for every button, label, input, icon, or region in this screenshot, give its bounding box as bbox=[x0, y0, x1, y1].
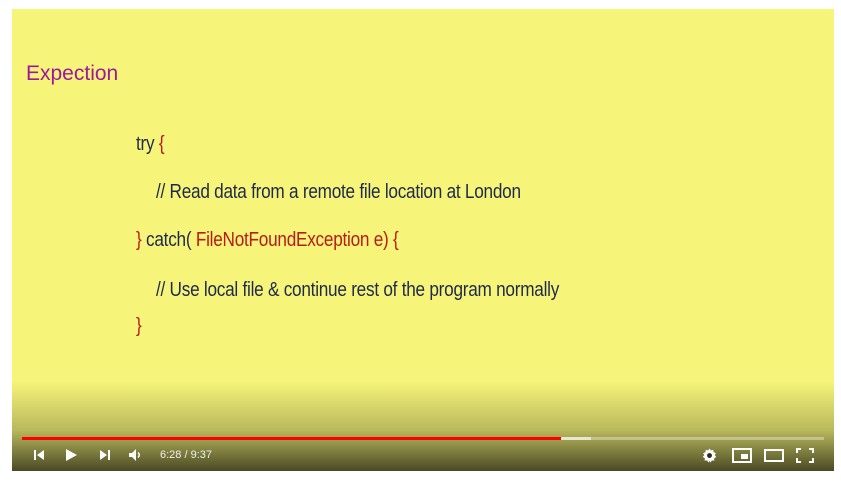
time-display: 6:28 / 9:37 bbox=[160, 449, 212, 461]
exception-type: FileNotFoundException bbox=[191, 229, 370, 251]
video-player[interactable]: Expection try { // Read data from a remo… bbox=[12, 9, 834, 471]
theater-mode-icon[interactable] bbox=[764, 448, 784, 468]
previous-icon[interactable] bbox=[32, 448, 46, 467]
progress-bar[interactable] bbox=[22, 437, 824, 440]
miniplayer-icon[interactable] bbox=[732, 448, 752, 468]
fullscreen-icon[interactable] bbox=[796, 448, 814, 468]
code-line-catch: } catch( FileNotFoundException e) { bbox=[136, 229, 399, 252]
code-line-comment-local: // Use local file & continue rest of the… bbox=[156, 279, 560, 301]
try-open-brace: { bbox=[158, 133, 165, 155]
try-close-brace: } bbox=[136, 229, 142, 251]
slide-title: Expection bbox=[26, 62, 119, 85]
code-line-comment-read: // Read data from a remote file location… bbox=[156, 181, 521, 203]
settings-icon[interactable] bbox=[702, 448, 717, 468]
code-line-try: try { bbox=[136, 133, 165, 156]
play-icon[interactable] bbox=[64, 448, 78, 467]
exception-variable: e) bbox=[369, 229, 389, 251]
catch-close-brace: } bbox=[136, 315, 142, 337]
next-icon[interactable] bbox=[98, 448, 112, 467]
catch-keyword: catch( bbox=[146, 229, 192, 251]
played-bar bbox=[22, 437, 561, 440]
control-bar: 6:28 / 9:37 bbox=[12, 441, 834, 471]
try-keyword: try bbox=[136, 133, 155, 155]
catch-open-brace: { bbox=[393, 229, 399, 251]
volume-icon[interactable] bbox=[128, 448, 144, 467]
